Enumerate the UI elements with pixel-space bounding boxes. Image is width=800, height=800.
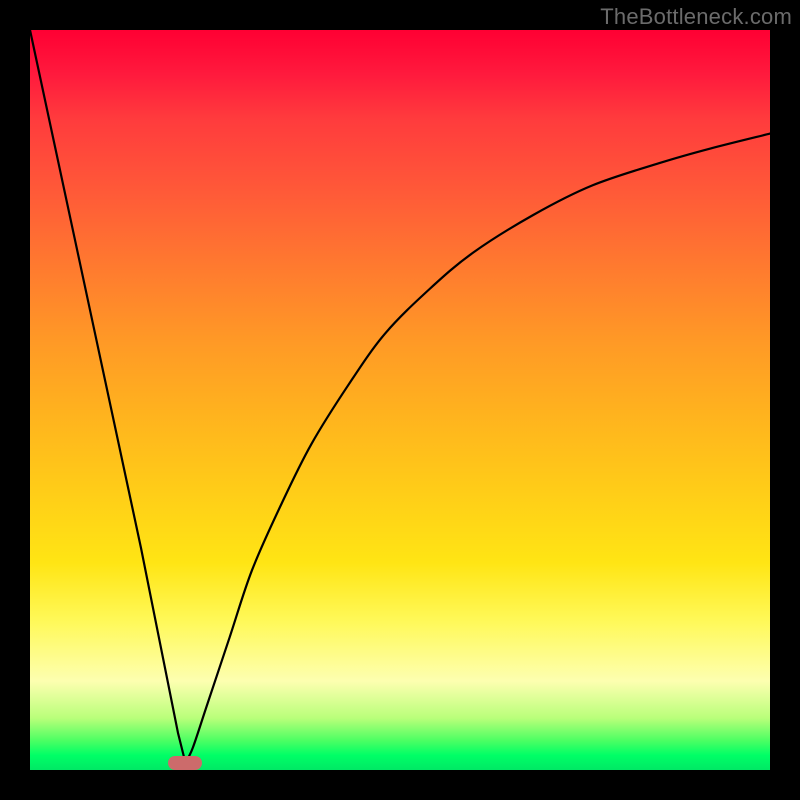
plot-area <box>30 30 770 770</box>
bottleneck-curve-path <box>30 30 770 763</box>
curve-svg <box>30 30 770 770</box>
optimum-marker <box>168 756 202 770</box>
watermark-text: TheBottleneck.com <box>600 4 792 30</box>
chart-frame: TheBottleneck.com <box>0 0 800 800</box>
